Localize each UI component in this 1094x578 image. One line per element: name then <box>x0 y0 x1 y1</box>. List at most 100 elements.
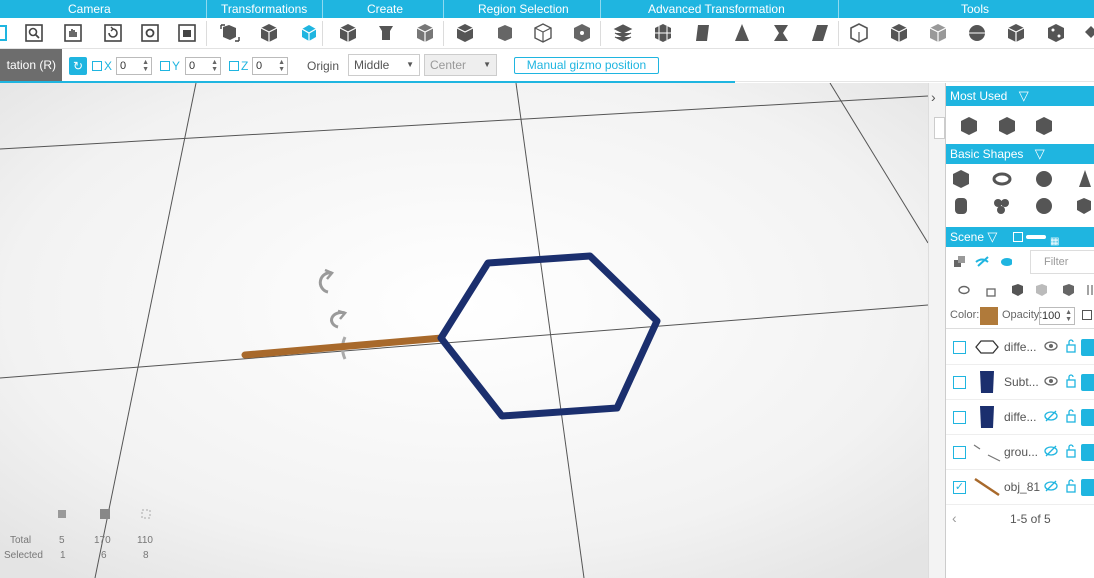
object-checkbox[interactable]: ✓ <box>953 481 966 494</box>
category-transformations[interactable]: Transformations <box>221 2 307 16</box>
axis-x-toggle[interactable]: X <box>92 57 112 75</box>
paint-icon[interactable] <box>1082 22 1094 44</box>
panel-scroll-handle[interactable] <box>934 117 945 139</box>
scale-icon[interactable] <box>219 22 241 44</box>
visibility-column-icon[interactable] <box>958 285 970 295</box>
scene-object-row[interactable]: grou... <box>946 435 1094 470</box>
bend-icon[interactable] <box>770 22 792 44</box>
measure-icon[interactable] <box>848 22 870 44</box>
basic-shapes-header[interactable]: Basic Shapes ▽ <box>946 144 1094 164</box>
recent-box-icon[interactable] <box>1036 117 1052 135</box>
eye-icon[interactable] <box>1044 340 1058 352</box>
scene-toggle-icon[interactable] <box>1013 232 1023 242</box>
subdivide-icon[interactable] <box>652 22 674 44</box>
align-icon[interactable] <box>888 22 910 44</box>
center-select[interactable]: Center ▼ <box>424 54 497 76</box>
export-icon[interactable] <box>1045 22 1067 44</box>
eye-hidden-icon[interactable] <box>1044 410 1058 422</box>
cone-shape-icon[interactable] <box>1079 170 1091 187</box>
grid-view-icon[interactable]: ▦ <box>1050 232 1059 252</box>
eye-hidden-icon[interactable] <box>1044 480 1058 492</box>
skew-icon[interactable] <box>809 22 831 44</box>
select-edges-icon[interactable] <box>571 22 593 44</box>
rotation-mode-button[interactable]: ↻ <box>69 57 87 75</box>
pan-camera-icon[interactable] <box>62 22 84 44</box>
axis-z-toggle[interactable]: Z <box>229 57 248 75</box>
cylinder-shape-icon[interactable] <box>955 198 967 214</box>
camera-snapshot-icon[interactable] <box>176 22 198 44</box>
duplicate-icon[interactable] <box>927 22 949 44</box>
group-icon[interactable] <box>1005 22 1027 44</box>
category-camera[interactable]: Camera <box>68 2 111 16</box>
category-tools[interactable]: Tools <box>961 2 989 16</box>
opacity-more-icon[interactable] <box>1082 310 1092 320</box>
sphere-tool-icon[interactable] <box>966 22 988 44</box>
object-type-tag[interactable] <box>1081 339 1094 356</box>
x-value-input[interactable]: 0 ▲ ▼ <box>116 57 152 75</box>
select-vertices-icon[interactable] <box>532 22 554 44</box>
camera-fit-icon[interactable] <box>0 22 10 44</box>
object-type-tag[interactable] <box>1081 444 1094 461</box>
object-type-tag[interactable] <box>1081 479 1094 496</box>
move-icon[interactable] <box>258 22 280 44</box>
lock-icon[interactable] <box>1065 409 1077 423</box>
lock-icon[interactable] <box>1065 444 1077 458</box>
select-faces-icon[interactable] <box>494 22 516 44</box>
camera-settings-icon[interactable] <box>139 22 161 44</box>
scene-object-row[interactable]: diffe... <box>946 400 1094 435</box>
3d-viewport[interactable]: Total 5 170 110 Selected 1 6 8 <box>0 83 928 578</box>
lock-icon[interactable] <box>1065 479 1077 493</box>
layers-icon[interactable] <box>612 22 634 44</box>
show-all-eye-icon[interactable] <box>1001 258 1012 266</box>
solid-column-icon[interactable] <box>1012 284 1023 296</box>
create-mesh-icon[interactable] <box>414 22 436 44</box>
hide-all-icon[interactable] <box>975 256 989 267</box>
recent-move-icon[interactable] <box>961 117 977 135</box>
select-region-icon[interactable] <box>454 22 476 44</box>
object-checkbox[interactable] <box>953 376 966 389</box>
create-extrude-icon[interactable] <box>375 22 397 44</box>
scene-object-row[interactable]: Subt... <box>946 365 1094 400</box>
torus-shape-icon[interactable] <box>992 172 1012 186</box>
manual-gizmo-button[interactable]: Manual gizmo position <box>514 57 659 74</box>
object-type-tag[interactable] <box>1081 374 1094 391</box>
twist-icon[interactable] <box>692 22 714 44</box>
category-region-selection[interactable]: Region Selection <box>478 2 569 16</box>
recent-scale-icon[interactable] <box>999 117 1015 135</box>
collapse-panel-icon[interactable]: › <box>931 89 936 105</box>
object-type-tag[interactable] <box>1081 409 1094 426</box>
scene-canvas[interactable] <box>0 83 928 578</box>
zoom-camera-icon[interactable] <box>23 22 45 44</box>
lock-column-icon[interactable] <box>986 288 996 297</box>
sphere-shape-icon[interactable] <box>1036 171 1052 187</box>
prev-page-icon[interactable]: ‹ <box>952 510 957 526</box>
y-value-input[interactable]: 0 ▲ ▼ <box>185 57 221 75</box>
scene-header[interactable]: Scene ▽ ▦ <box>946 227 1094 247</box>
eye-icon[interactable] <box>1044 375 1058 387</box>
color-swatch[interactable] <box>980 307 998 325</box>
polyhedron-shape-icon[interactable] <box>1077 198 1091 214</box>
object-checkbox[interactable] <box>953 411 966 424</box>
scene-slider[interactable] <box>1026 235 1046 239</box>
eye-hidden-icon[interactable] <box>1044 445 1058 457</box>
scene-object-row[interactable]: diffe... <box>946 330 1094 365</box>
lock-icon[interactable] <box>1065 339 1077 353</box>
scene-filter-input[interactable]: Filter <box>1030 250 1094 274</box>
rotate-tool-icon[interactable] <box>298 22 320 44</box>
axis-y-toggle[interactable]: Y <box>160 57 180 75</box>
origin-select[interactable]: Middle ▼ <box>348 54 420 76</box>
rotate-camera-icon[interactable] <box>102 22 124 44</box>
transparent-column-icon[interactable] <box>1036 284 1047 296</box>
scene-object-row[interactable]: ✓ obj_81 <box>946 470 1094 505</box>
create-box-icon[interactable] <box>337 22 359 44</box>
geosphere-shape-icon[interactable] <box>1036 198 1052 214</box>
wire-column-icon[interactable] <box>1063 284 1074 296</box>
category-create[interactable]: Create <box>367 2 403 16</box>
opacity-input[interactable]: 100 ▲ ▼ <box>1039 307 1075 325</box>
z-value-input[interactable]: 0 ▲ ▼ <box>252 57 288 75</box>
cube-shape-icon[interactable] <box>953 170 969 188</box>
category-advanced-transformation[interactable]: Advanced Transformation <box>648 2 785 16</box>
taper-icon[interactable] <box>731 22 753 44</box>
most-used-header[interactable]: Most Used ▽ <box>946 86 1094 106</box>
more-column-icon[interactable] <box>1087 285 1093 295</box>
